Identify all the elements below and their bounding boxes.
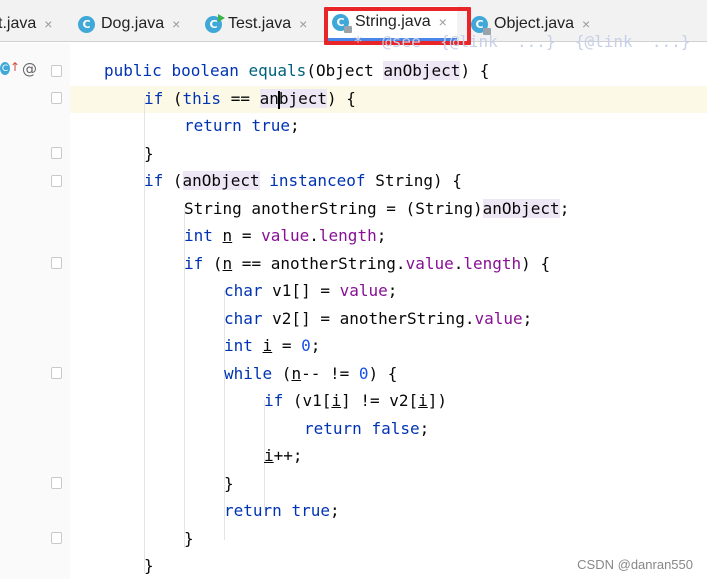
- fold-icon[interactable]: [51, 92, 62, 104]
- readonly-class-icon: C: [471, 15, 491, 35]
- overrides-arrow-icon[interactable]: ↑: [10, 60, 20, 74]
- close-icon[interactable]: ×: [44, 16, 52, 32]
- tab-test-java[interactable]: C Test.java ×: [205, 6, 307, 42]
- code-line: public boolean equals(Object anObject) {: [104, 61, 490, 80]
- fold-icon[interactable]: [51, 367, 62, 379]
- code-line: }: [144, 144, 154, 163]
- code-line: return true;: [224, 501, 340, 520]
- class-file-icon: C: [78, 15, 95, 33]
- code-line: if (v1[i] != v2[i]): [264, 391, 448, 410]
- fold-icon[interactable]: [51, 257, 62, 269]
- folded-comment-cutoff: * @see {@link ...} {@link ...}: [334, 32, 691, 51]
- code-line: int n = value.length;: [184, 226, 387, 245]
- code-editor[interactable]: * @see {@link ...} {@link ...} public bo…: [70, 32, 707, 579]
- tab-label: Dog.java: [101, 15, 165, 32]
- runnable-class-icon: C: [205, 13, 225, 33]
- code-line: }: [144, 556, 154, 575]
- tab-dog-java[interactable]: C Dog.java ×: [78, 6, 180, 42]
- fold-icon[interactable]: [51, 532, 62, 544]
- fold-icon[interactable]: [51, 175, 62, 187]
- close-icon[interactable]: ×: [299, 16, 307, 32]
- close-icon[interactable]: ×: [582, 16, 590, 32]
- class-icon: C: [0, 62, 10, 75]
- fold-icon[interactable]: [51, 147, 62, 159]
- code-line: if (n == anotherString.value.length) {: [184, 254, 551, 273]
- code-line: char v1[] = value;: [224, 281, 398, 300]
- code-line: if (anObject instanceof String) {: [144, 171, 462, 190]
- code-line: }: [224, 474, 234, 493]
- code-line: return true;: [184, 116, 300, 135]
- code-line: String anotherString = (String)anObject;: [184, 199, 570, 218]
- editor-gutter: C ↑ @: [0, 43, 70, 579]
- fold-icon[interactable]: [51, 477, 62, 489]
- watermark: CSDN @danran550: [577, 557, 693, 572]
- code-line: int i = 0;: [224, 336, 321, 355]
- tab-label: t.java: [0, 15, 37, 32]
- tab-label: Test.java: [228, 15, 292, 32]
- code-line: char v2[] = anotherString.value;: [224, 309, 533, 328]
- code-line: return false;: [304, 419, 430, 438]
- tab-label: Object.java: [494, 15, 575, 32]
- close-icon[interactable]: ×: [172, 16, 180, 32]
- code-line: i++;: [264, 446, 303, 465]
- code-line: while (n-- != 0) {: [224, 364, 398, 383]
- tab-t-java[interactable]: t.java ×: [0, 6, 52, 42]
- code-line: if (this == anbject) {: [144, 89, 356, 109]
- annotation-icon[interactable]: @: [22, 60, 37, 78]
- fold-icon[interactable]: [51, 65, 62, 77]
- code-line: }: [184, 529, 194, 548]
